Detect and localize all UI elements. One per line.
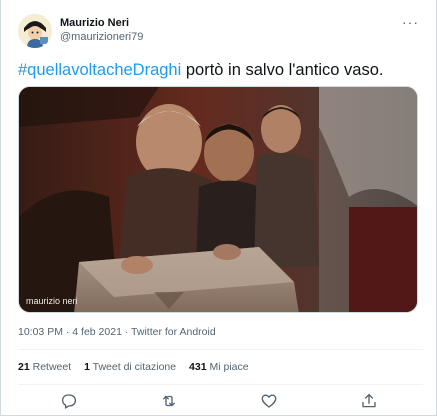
retweets-count: 21	[18, 361, 30, 373]
retweets-label: Retweet	[32, 361, 72, 373]
tweet-stats: 21 Retweet 1 Tweet di citazione 431 Mi p…	[18, 361, 259, 373]
media-watermark: maurizio neri	[26, 296, 78, 306]
avatar-image	[18, 14, 52, 48]
divider	[18, 384, 423, 385]
avatar[interactable]	[18, 14, 52, 48]
retweets-stat[interactable]: 21 Retweet	[18, 361, 71, 373]
hashtag-link[interactable]: #quellavoltacheDraghi	[18, 61, 181, 79]
reply-icon[interactable]	[60, 392, 78, 410]
likes-label: Mi piace	[209, 361, 249, 373]
author-display-name[interactable]: Maurizio Neri	[60, 16, 143, 30]
author-names: Maurizio Neri @maurizioneri79	[60, 16, 143, 44]
share-icon[interactable]	[360, 392, 378, 410]
quotes-label: Tweet di citazione	[92, 361, 177, 373]
tweet-timestamp[interactable]: 10:03 PM · 4 feb 2021 · Twitter for Andr…	[18, 326, 216, 338]
likes-count: 431	[189, 361, 207, 373]
more-options-icon[interactable]: ···	[402, 14, 419, 30]
tweet-text: #quellavoltacheDraghi portò in salvo l'a…	[18, 59, 423, 81]
author-handle[interactable]: @maurizioneri79	[60, 30, 143, 44]
likes-stat[interactable]: 431 Mi piace	[189, 361, 249, 373]
retweet-icon[interactable]	[160, 392, 178, 410]
tweet-actions	[18, 390, 423, 410]
tweet-media[interactable]: maurizio neri	[18, 86, 418, 313]
quotes-stat[interactable]: 1 Tweet di citazione	[84, 361, 176, 373]
tweet-text-body: portò in salvo l'antico vaso.	[181, 61, 384, 79]
tweet-card: Maurizio Neri @maurizioneri79 ··· #quell…	[0, 0, 437, 416]
like-icon[interactable]	[260, 392, 278, 410]
quotes-count: 1	[84, 361, 90, 373]
tweet-header: Maurizio Neri @maurizioneri79 ···	[18, 14, 423, 50]
media-image	[19, 87, 417, 312]
divider	[18, 349, 423, 350]
